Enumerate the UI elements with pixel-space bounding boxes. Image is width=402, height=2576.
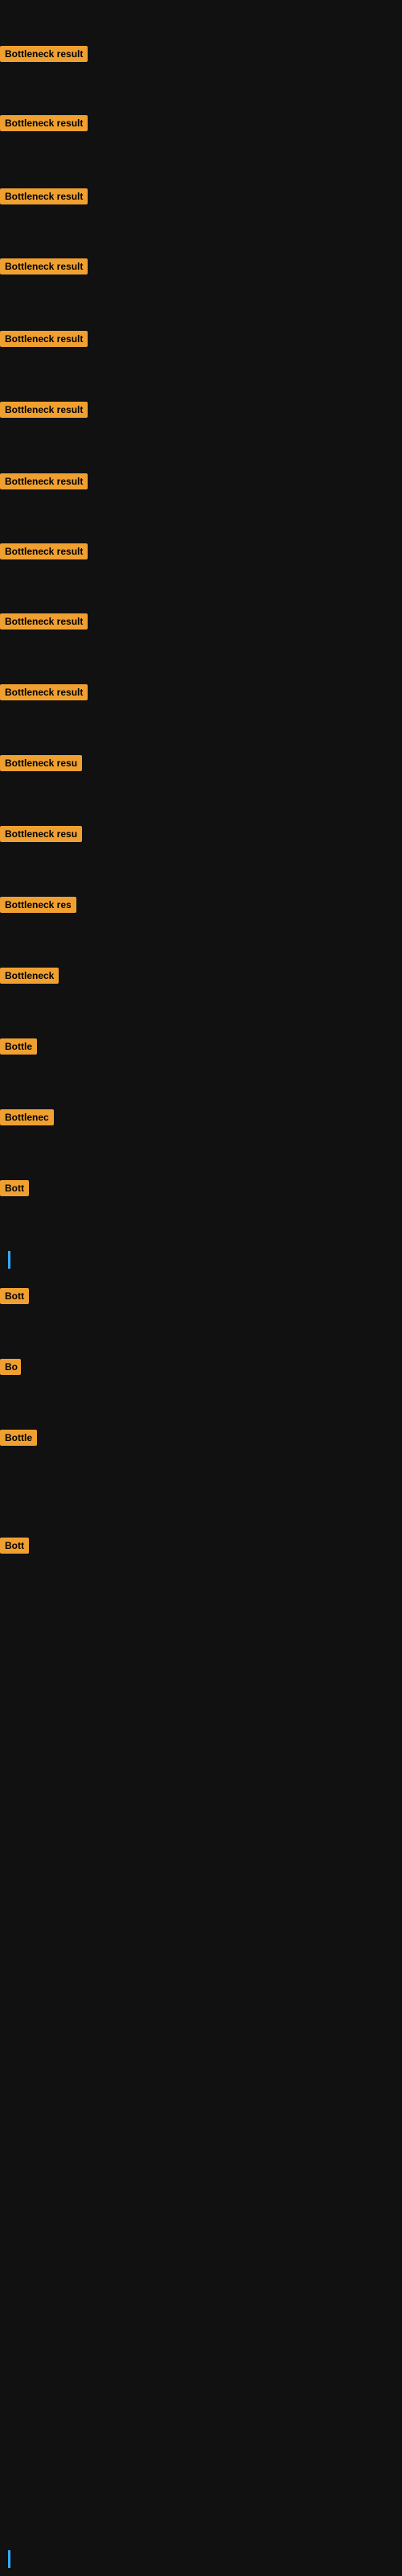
bottleneck-badge[interactable]: Bottleneck result (0, 188, 88, 204)
text-cursor (8, 1251, 10, 1269)
bottleneck-badge[interactable]: Bott (0, 1180, 29, 1196)
bottleneck-badge[interactable]: Bottleneck result (0, 402, 88, 418)
bottleneck-badge[interactable]: Bottleneck result (0, 684, 88, 700)
bottleneck-badge[interactable]: Bottleneck result (0, 473, 88, 489)
bottleneck-badge[interactable]: Bott (0, 1538, 29, 1554)
bottleneck-badge[interactable]: Bottleneck result (0, 115, 88, 131)
bottleneck-badge[interactable]: Bottleneck resu (0, 826, 82, 842)
bottleneck-badge[interactable]: Bottleneck (0, 968, 59, 984)
bottleneck-badge[interactable]: Bottlenec (0, 1109, 54, 1125)
bottleneck-badge[interactable]: Bottleneck result (0, 258, 88, 275)
bottleneck-badge[interactable]: Bottleneck result (0, 331, 88, 347)
bottleneck-badge[interactable]: Bottle (0, 1038, 37, 1055)
bottleneck-badge[interactable]: Bottle (0, 1430, 37, 1446)
bottleneck-badge[interactable]: Bottleneck res (0, 897, 76, 913)
bottleneck-badge[interactable]: Bott (0, 1288, 29, 1304)
bottleneck-badge[interactable]: Bo (0, 1359, 21, 1375)
bottleneck-badge[interactable]: Bottleneck resu (0, 755, 82, 771)
bottleneck-badge[interactable]: Bottleneck result (0, 613, 88, 630)
text-cursor (8, 2550, 10, 2568)
bottleneck-badge[interactable]: Bottleneck result (0, 46, 88, 62)
bottleneck-badge[interactable]: Bottleneck result (0, 543, 88, 559)
